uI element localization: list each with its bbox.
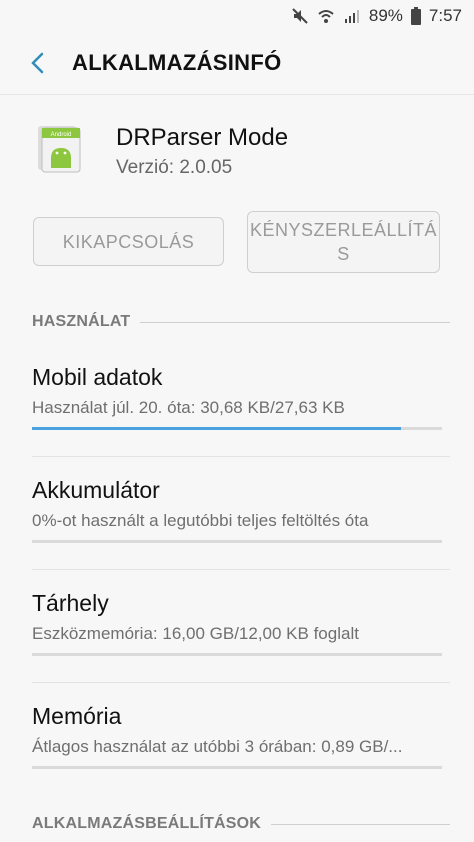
row-divider	[32, 569, 450, 570]
memory-progress-track	[32, 766, 442, 769]
usage-section-header: HASZNÁLAT	[32, 312, 450, 332]
mobile-data-progress-fill	[32, 427, 401, 430]
force-stop-button-label: KÉNYSZERLEÁLLÍTÁ S	[250, 218, 437, 266]
app-name: DRParser Mode	[116, 124, 289, 151]
usage-row-title: Memória	[32, 703, 122, 729]
section-divider	[140, 321, 450, 323]
force-stop-button[interactable]: KÉNYSZERLEÁLLÍTÁ S	[247, 211, 440, 273]
wifi-icon	[317, 7, 335, 25]
app-settings-section-header: ALKALMAZÁSBEÁLLÍTÁSOK	[32, 814, 450, 834]
app-icon-text: Android	[51, 132, 72, 138]
row-divider	[32, 682, 450, 683]
disable-button[interactable]: KIKAPCSOLÁS	[33, 217, 224, 266]
usage-row-title: Akkumulátor	[32, 477, 160, 503]
signal-icon	[343, 7, 361, 25]
page-title: ALKALMAZÁSINFÓ	[72, 50, 282, 75]
row-divider	[32, 456, 450, 457]
app-icon: Android	[36, 124, 84, 174]
app-header: Android DRParser Mode Verzió: 2.0.05	[0, 104, 474, 194]
disable-button-label: KIKAPCSOLÁS	[62, 231, 195, 252]
status-bar: 89% 7:57	[0, 0, 474, 32]
section-divider	[271, 823, 450, 825]
clock: 7:57	[428, 6, 462, 25]
usage-row-subtitle: 0%-ot használt a legutóbbi teljes feltöl…	[32, 511, 369, 530]
usage-row-memory[interactable]: Memória Átlagos használat az utóbbi 3 ór…	[0, 689, 474, 789]
app-version: Verzió: 2.0.05	[116, 157, 233, 178]
usage-row-subtitle: Használat júl. 20. óta: 30,68 KB/27,63 K…	[32, 398, 345, 417]
usage-row-title: Tárhely	[32, 590, 109, 616]
usage-row-battery[interactable]: Akkumulátor 0%-ot használt a legutóbbi t…	[0, 463, 474, 573]
mute-icon	[291, 7, 309, 25]
storage-progress-track	[32, 653, 442, 656]
usage-section-label: HASZNÁLAT	[32, 313, 131, 330]
force-stop-label-line2: S	[337, 244, 350, 264]
usage-row-storage[interactable]: Tárhely Eszközmemória: 16,00 GB/12,00 KB…	[0, 576, 474, 686]
battery-progress-track	[32, 540, 442, 543]
app-settings-section-label: ALKALMAZÁSBEÁLLÍTÁSOK	[32, 815, 262, 832]
battery-icon	[410, 7, 421, 25]
usage-row-subtitle: Eszközmemória: 16,00 GB/12,00 KB foglalt	[32, 624, 359, 643]
chevron-left-icon	[31, 52, 44, 74]
usage-row-subtitle: Átlagos használat az utóbbi 3 órában: 0,…	[32, 737, 403, 756]
app-bar: ALKALMAZÁSINFÓ	[0, 32, 474, 95]
usage-row-mobile-data[interactable]: Mobil adatok Használat júl. 20. óta: 30,…	[0, 350, 474, 460]
battery-percent: 89%	[368, 6, 403, 25]
back-button[interactable]	[22, 48, 52, 78]
mobile-data-progress-track	[32, 427, 442, 430]
usage-row-title: Mobil adatok	[32, 364, 163, 390]
force-stop-label-line1: KÉNYSZERLEÁLLÍTÁ	[249, 220, 438, 240]
